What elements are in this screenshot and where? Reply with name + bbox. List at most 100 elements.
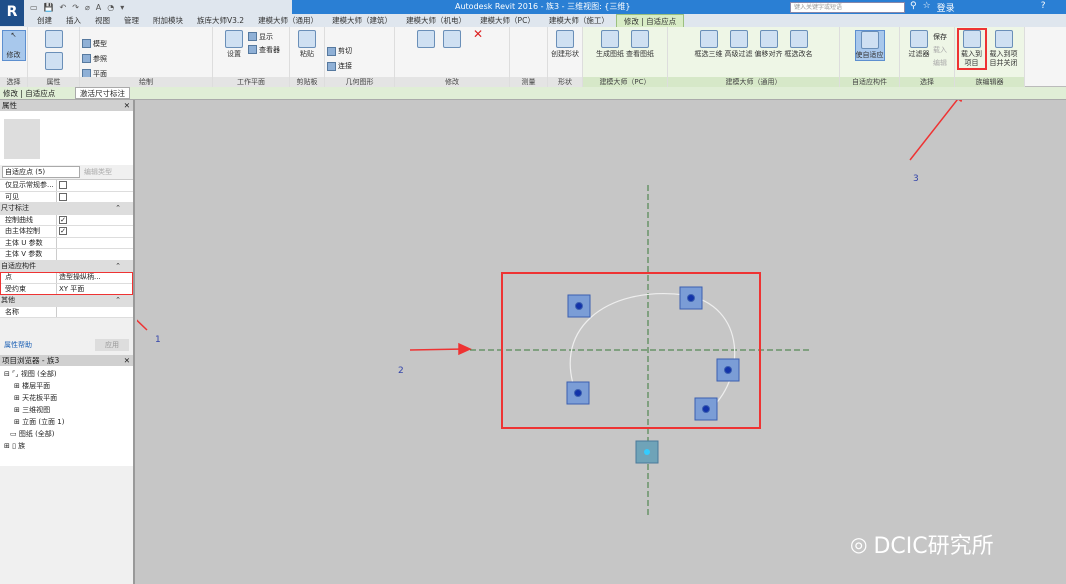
panel-measure: 测量 [510,27,548,87]
help-icon[interactable]: ? [1041,1,1046,14]
close-icon[interactable]: ✕ [124,355,130,366]
model-line-button[interactable]: 模型 [82,37,107,50]
tab[interactable]: 附加模块 [146,14,190,27]
watermark: ◎ DCIC研究所 [850,532,994,559]
property-row: 由主体控制 ✓ [0,226,133,238]
tab[interactable]: 建模大师（PC） [473,14,542,27]
view-drawing-button[interactable]: 查看图纸 [626,30,654,59]
project-browser: ⊟ ⌜⌟ 视图 (全部) ⊞ 楼层平面 ⊞ 天花板平面 ⊞ 三维视图 ⊞ 立面 … [0,366,133,466]
panel-draw: 模型 参照 平面 绘制 [80,27,213,87]
panel-shape: 创建形状 形状 [548,27,583,87]
group-adaptive[interactable]: 自适应构件 ⌃ [0,260,133,272]
tree-item[interactable]: ⊞ 天花板平面 [0,392,133,404]
type-properties-button[interactable] [42,52,66,72]
left-panel: 属性 ✕ 自适应点 (5) 编辑类型 仅显示常规参... 可见 尺寸标注 ⌃ 控制曲线… [0,100,135,584]
login-button[interactable]: 登录 [937,1,955,14]
checkbox[interactable]: ✓ [59,215,67,224]
tab[interactable]: 管理 [117,14,146,27]
align-button[interactable] [414,30,438,50]
tab[interactable]: 族库大师V3.2 [190,14,251,27]
box-rename-button[interactable]: 框选改名 [785,30,813,59]
tree-item[interactable]: ⊞ 三维视图 [0,404,133,416]
tab[interactable]: 创建 [30,14,59,27]
paste-button[interactable]: 粘贴 [295,30,319,59]
revit-logo[interactable]: R [0,0,24,26]
load-selection-button[interactable]: 载入 [933,43,947,56]
tree-item[interactable]: ⊟ ⌜⌟ 视图 (全部) [0,368,133,380]
annotation-2: 2 [398,366,404,376]
ribbon-tabs: 创建 插入 视图 管理 附加模块 族库大师V3.2 建模大师（通用） 建模大师（… [0,14,1066,27]
group-other[interactable]: 其他 ⌃ [0,295,133,307]
panel-workplane: 设置 显示 查看器 工作平面 [213,27,290,87]
panel-modeling-pc: 生成图纸 查看图纸 建模大师（PC） [583,27,668,87]
tree-item[interactable]: ⊞ 楼层平面 [0,380,133,392]
type-selector[interactable]: 自适应点 (5) [2,166,80,178]
ref-line-button[interactable]: 参照 [82,52,107,65]
checkbox[interactable] [59,181,67,189]
property-row: 可见 [0,191,133,203]
type-preview [0,111,133,165]
tab[interactable]: 建模大师（建筑） [325,14,399,27]
cut-button[interactable]: 剪切 [327,45,352,58]
wechat-icon: ◎ [850,532,868,556]
generate-drawing-button[interactable]: 生成图纸 [596,30,624,59]
selection-highlight [501,272,761,429]
panel-family-editor: 载入到项目 载入到项目并关闭 族编辑器 [955,27,1025,87]
app-title: Autodesk Revit 2016 - 族3 - 三维视图: {三维} [455,2,631,11]
tree-item[interactable]: ▭ 图纸 (全部) [0,428,133,440]
tab[interactable]: 建模大师（通用） [251,14,325,27]
move-button[interactable] [440,30,464,50]
join-button[interactable]: 连接 [327,60,352,73]
edit-selection-button[interactable]: 编辑 [933,56,947,69]
tab-modify-adaptive-point[interactable]: 修改 | 自适应点 [615,14,685,27]
activate-dimensions-tab[interactable]: 激活尺寸标注 [75,87,130,99]
panel-modify: ✕ 修改 [395,27,510,87]
drawing-canvas[interactable]: 1 2 3 [137,100,1066,584]
panel-clipboard: 粘贴 剪贴板 [290,27,325,87]
panel-selection: 过滤器 保存 载入 编辑 选择 [900,27,955,87]
tab[interactable]: 插入 [59,14,88,27]
make-adaptive-button[interactable]: 使自适应 [854,30,885,61]
apply-button[interactable]: 应用 [95,339,129,351]
checkbox[interactable] [59,192,67,201]
tab[interactable]: 建模大师（施工） [542,14,616,27]
panel-geometry: 剪切 连接 几何图形 [325,27,395,87]
panel-select: ↖ 修改 选择 [0,27,28,87]
properties-help-link[interactable]: 属性帮助 [4,340,32,350]
group-dimensions[interactable]: 尺寸标注 ⌃ [0,203,133,215]
viewer-button[interactable]: 查看器 [248,43,280,56]
load-into-project-close-button[interactable]: 载入到项目并关闭 [987,30,1021,68]
advanced-filter-button[interactable]: 高级过滤 [725,30,753,59]
annotation-3: 3 [913,174,919,184]
properties-grid: 仅显示常规参... 可见 尺寸标注 ⌃ 控制曲线 ✓ 由主体控制 ✓ 主体 U 参数 … [0,179,133,318]
property-row: 主体 U 参数 [0,237,133,249]
filter-button[interactable]: 过滤器 [907,30,931,69]
properties-header: 属性 ✕ [0,100,133,111]
checkbox[interactable]: ✓ [59,227,67,235]
save-selection-button[interactable]: 保存 [933,30,947,43]
delete-icon[interactable]: ✕ [466,28,490,50]
offset-align-button[interactable]: 偏移对齐 [755,30,783,59]
tree-item[interactable]: ⊞ ▯ 族 [0,440,133,452]
property-row: 仅显示常规参... [0,180,133,192]
create-form-button[interactable]: 创建形状 [551,30,579,59]
tree-item[interactable]: ⊞ 立面 (立面 1) [0,416,133,428]
tab[interactable]: 视图 [88,14,117,27]
star-icon[interactable]: ☆ [923,1,931,14]
properties-button[interactable] [42,30,66,50]
load-into-project-button[interactable]: 载入到项目 [956,28,987,70]
close-icon[interactable]: ✕ [124,100,130,111]
set-workplane-button[interactable]: 设置 [222,30,246,59]
search-input[interactable]: 键入关键字或短语 [790,2,905,13]
edit-type-button[interactable]: 编辑类型 [84,167,112,177]
spline-curve [569,293,736,413]
tab[interactable]: 建模大师（机电） [399,14,473,27]
annotation-1: 1 [155,335,161,345]
property-row: 控制曲线 ✓ [0,214,133,226]
context-bar: 修改 | 自适应点 激活尺寸标注 [0,87,1066,100]
quick-access-toolbar[interactable]: ▭ 💾 ↶ ↷ ⌀ A ◔ ▾ [0,0,292,14]
modify-button[interactable]: ↖ 修改 [1,30,26,61]
show-button[interactable]: 显示 [248,30,280,43]
binoculars-icon[interactable]: ⚲ [910,1,917,14]
box-3d-button[interactable]: 框选三维 [695,30,723,59]
